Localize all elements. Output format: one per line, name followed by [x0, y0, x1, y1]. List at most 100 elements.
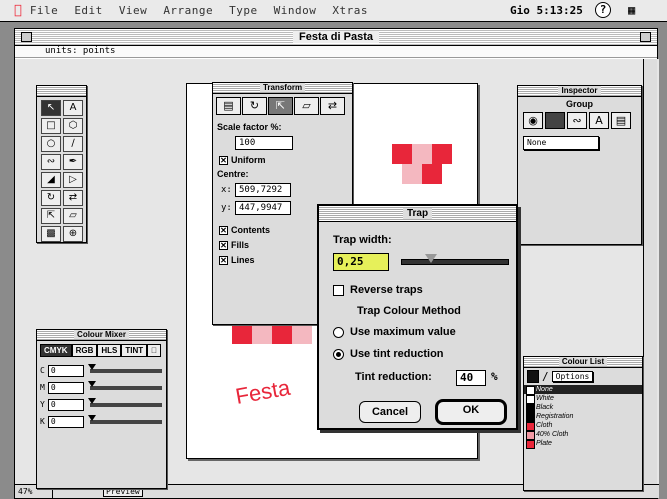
ok-button[interactable]: OK [435, 399, 507, 425]
inspector-dropdown[interactable]: None [523, 136, 599, 150]
radio-selected-icon [333, 348, 344, 360]
trap-width-label: Trap width: [333, 234, 392, 246]
tab-tint[interactable]: TINT [121, 344, 148, 357]
colour-list-item[interactable]: Black [524, 403, 642, 413]
zoom-box-icon[interactable] [640, 32, 651, 42]
menu-edit[interactable]: Edit [74, 4, 103, 17]
lines-label: Lines [231, 255, 255, 265]
channel-slider[interactable] [87, 363, 162, 373]
artwork-text: Festa [234, 375, 293, 409]
apple-menu-icon[interactable]:  [14, 3, 22, 18]
transform-title: Transform [259, 83, 306, 92]
reflect-tab-icon[interactable]: ⇄ [320, 97, 345, 115]
colour-list-item[interactable]: Plate [524, 439, 642, 449]
application-menu-icon[interactable]: ▦ [628, 3, 635, 17]
checkbox-icon: ✕ [219, 255, 228, 265]
magnify-tool-icon[interactable]: ⊕ [63, 226, 83, 242]
colour-mixer-title-bar[interactable]: Colour Mixer [37, 330, 166, 341]
channel-value-input[interactable]: 0 [47, 415, 84, 428]
ellipse-tool-icon[interactable]: ○ [41, 136, 61, 152]
stroke-icon[interactable]: ∕ [542, 370, 549, 383]
use-tint-radio[interactable]: Use tint reduction [333, 348, 444, 360]
apple-picker-icon[interactable]:  [147, 344, 162, 357]
skew-tool-icon[interactable]: ▱ [63, 208, 83, 224]
menu-bar:  File Edit View Arrange Type Window Xtr… [0, 0, 667, 22]
bezigon-tool-icon[interactable]: ▷ [63, 172, 83, 188]
reflect-tool-icon[interactable]: ⇄ [63, 190, 83, 206]
rectangle-tool-icon[interactable]: □ [41, 118, 61, 134]
menu-type[interactable]: Type [229, 4, 258, 17]
object-inspector-icon[interactable]: ◉ [523, 112, 543, 129]
use-maximum-radio[interactable]: Use maximum value [333, 326, 456, 338]
fill-inspector-icon[interactable] [545, 112, 565, 129]
document-title-bar[interactable]: Festa di Pasta [15, 29, 657, 46]
menu-arrange[interactable]: Arrange [163, 4, 213, 17]
reverse-traps-checkbox[interactable]: Reverse traps [333, 284, 423, 296]
skew-tab-icon[interactable]: ▱ [294, 97, 319, 115]
menu-file[interactable]: File [30, 4, 59, 17]
pointer-tool-icon[interactable]: ↖ [41, 100, 61, 116]
colour-list-title-bar[interactable]: Colour List [524, 357, 642, 368]
colour-mixer-palette: Colour Mixer CMYK RGB HLS TINT  C0 M0 Y… [36, 329, 167, 489]
inspector-title-bar[interactable]: Inspector [518, 86, 641, 97]
colour-list-item[interactable]: Registration [524, 412, 642, 422]
close-box-icon[interactable] [21, 32, 32, 42]
colour-list-item[interactable]: 40% Cloth [524, 430, 642, 440]
checkbox-icon: ✕ [219, 240, 228, 250]
freehand-tool-icon[interactable]: ∾ [41, 154, 61, 170]
x-label: x: [221, 185, 232, 195]
channel-slider[interactable] [87, 414, 162, 424]
trap-title: Trap [402, 208, 433, 219]
polygon-tool-icon[interactable]: ⬡ [63, 118, 83, 134]
tab-hls[interactable]: HLS [97, 344, 122, 357]
colour-list-item[interactable]: None [524, 385, 642, 395]
menu-window[interactable]: Window [274, 4, 317, 17]
channel-slider[interactable] [87, 380, 162, 390]
centre-label: Centre: [217, 169, 249, 179]
channel-value-input[interactable]: 0 [47, 381, 84, 394]
trap-width-input[interactable]: 0,25 [333, 253, 389, 271]
scale-factor-input[interactable]: 100 [235, 136, 293, 150]
knife-tool-icon[interactable]: ◢ [41, 172, 61, 188]
rotate-tool-icon[interactable]: ↻ [41, 190, 61, 206]
document-inspector-icon[interactable]: ▤ [611, 112, 631, 129]
cancel-button[interactable]: Cancel [359, 401, 421, 423]
rotate-tab-icon[interactable]: ↻ [242, 97, 267, 115]
vertical-scrollbar[interactable] [643, 59, 657, 485]
channel-slider[interactable] [87, 397, 162, 407]
stroke-inspector-icon[interactable]: ∾ [567, 112, 587, 129]
toolbox-palette: ↖ A □ ⬡ ○ ∕ ∾ ✒ ◢ ▷ ↻ ⇄ ⇱ ▱ ▩ ⊕ [36, 85, 87, 243]
trap-title-bar[interactable]: Trap [319, 206, 516, 222]
menu-xtras[interactable]: Xtras [332, 4, 368, 17]
tab-rgb[interactable]: RGB [71, 344, 98, 357]
fill-swatch-icon[interactable] [527, 370, 539, 383]
scale-tool-icon[interactable]: ⇱ [41, 208, 61, 224]
trap-width-slider[interactable] [401, 254, 509, 265]
uniform-checkbox[interactable]: ✕ Uniform [213, 155, 352, 165]
colour-list-item[interactable]: White [524, 394, 642, 404]
centre-y-input[interactable]: 447,9947 [235, 201, 291, 215]
percent-label: % [491, 370, 498, 383]
channel-value-input[interactable]: 0 [47, 398, 84, 411]
inspector-palette: Inspector Group ◉ ∾ A ▤ None [517, 85, 642, 245]
trace-tool-icon[interactable]: ▩ [41, 226, 61, 242]
centre-x-input[interactable]: 509,7292 [235, 183, 291, 197]
text-inspector-icon[interactable]: A [589, 112, 609, 129]
options-popup[interactable]: Options [551, 371, 594, 382]
pen-tool-icon[interactable]: ✒ [63, 154, 83, 170]
scale-factor-label: Scale factor %: [217, 122, 282, 132]
transform-title-bar[interactable]: Transform [213, 83, 352, 94]
tab-cmyk[interactable]: CMYK [40, 344, 72, 357]
move-tab-icon[interactable]: ▤ [216, 97, 241, 115]
toolbox-title-bar[interactable] [37, 86, 86, 97]
line-tool-icon[interactable]: ∕ [63, 136, 83, 152]
menu-view[interactable]: View [119, 4, 148, 17]
channel-value-input[interactable]: 0 [47, 364, 84, 377]
text-tool-icon[interactable]: A [63, 100, 83, 116]
colour-list-item[interactable]: Cloth [524, 421, 642, 431]
help-icon[interactable]: ? [595, 2, 611, 18]
scale-tab-icon[interactable]: ⇱ [268, 97, 293, 115]
use-maximum-label: Use maximum value [350, 326, 456, 338]
tint-reduction-input[interactable]: 40 [456, 370, 486, 386]
slider-knob-icon[interactable] [425, 254, 438, 263]
